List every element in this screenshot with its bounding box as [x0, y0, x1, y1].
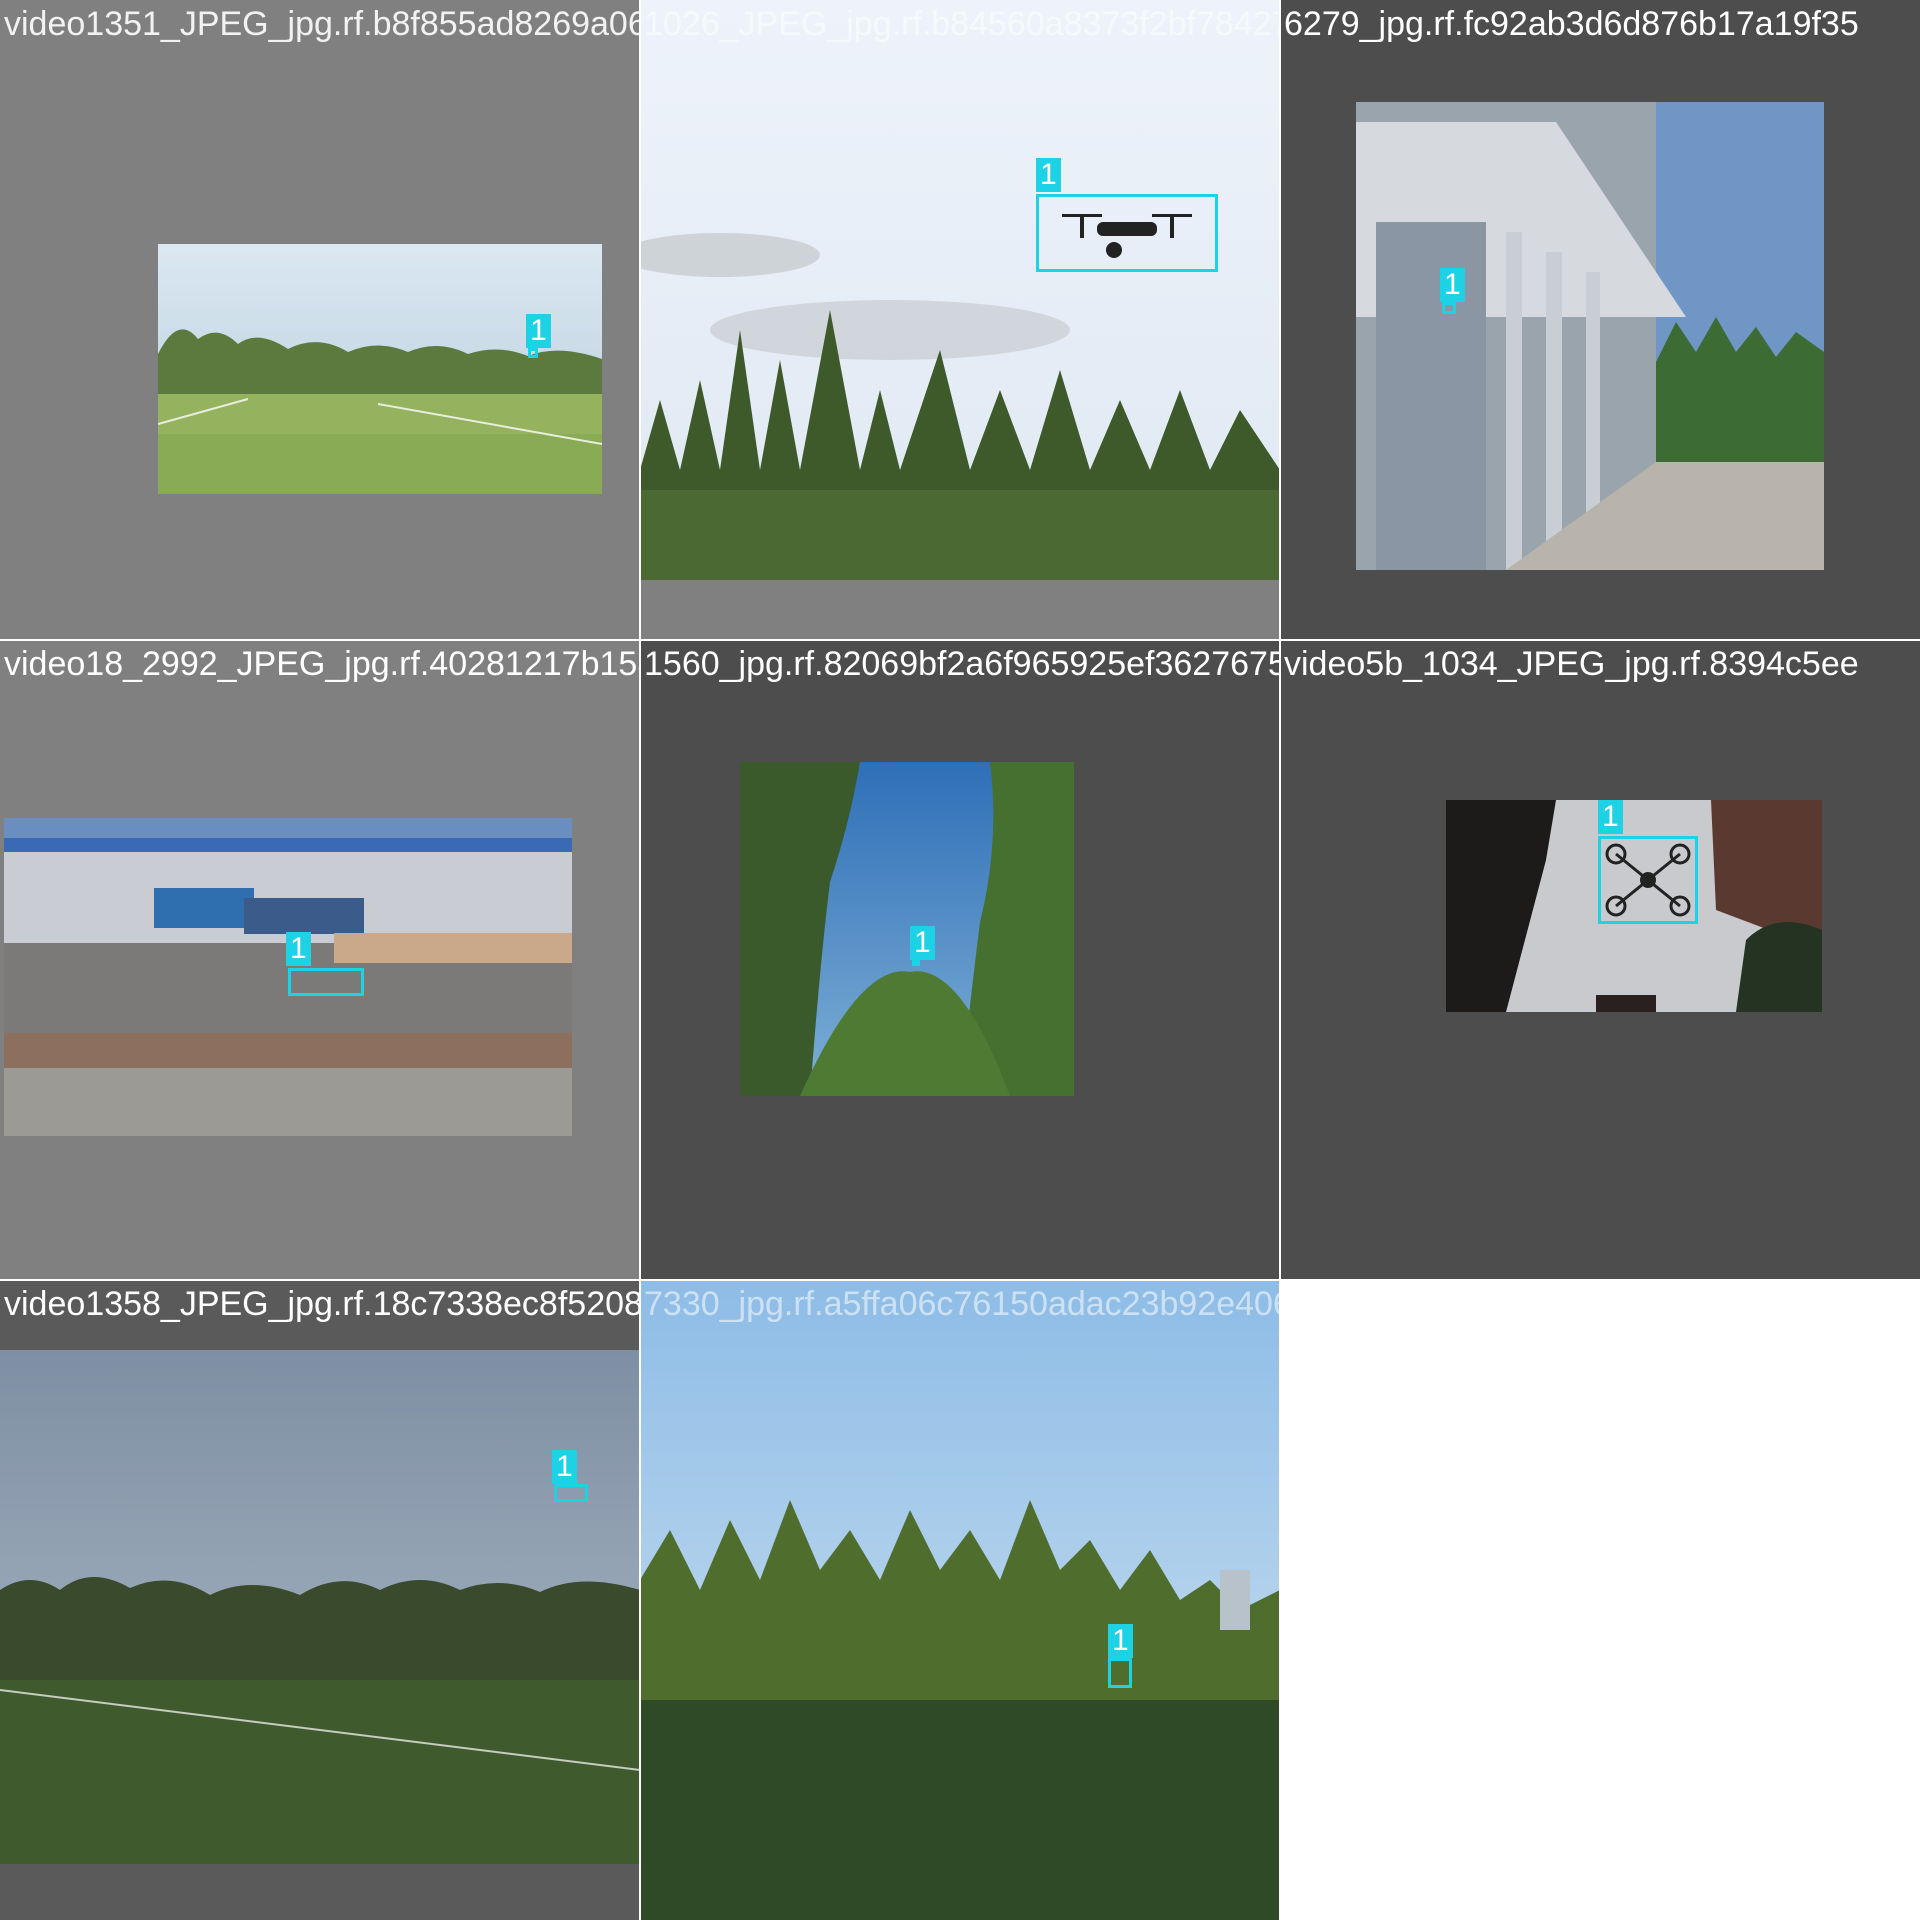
class-label: 1 [1036, 158, 1061, 192]
bounding-box [528, 348, 538, 358]
mosaic-tile-2: 1 1026_JPEG_jpg.rf.b84560a8373f2bf784279… [640, 0, 1280, 640]
bounding-box [912, 960, 920, 966]
image-filename: 6279_jpg.rf.fc92ab3d6d876b17a19f35 [1284, 5, 1859, 43]
mosaic-tile-1: 1 video1351_JPEG_jpg.rf.b8f855ad8269a06c [0, 0, 640, 640]
image-filename: video18_2992_JPEG_jpg.rf.40281217b158677 [4, 645, 640, 683]
photo-poplar-trees [640, 1280, 1280, 1920]
image-filename: video5b_1034_JPEG_jpg.rf.8394c5ee [1284, 645, 1859, 683]
class-label: 1 [1598, 800, 1623, 834]
mosaic-tile-3: 1 6279_jpg.rf.fc92ab3d6d876b17a19f35 [1280, 0, 1920, 640]
grid-divider [1279, 0, 1281, 1920]
mosaic-tile-4: 1 video18_2992_JPEG_jpg.rf.40281217b1586… [0, 640, 640, 1280]
image-filename: 1560_jpg.rf.82069bf2a6f965925ef362767517 [644, 645, 1280, 683]
bounding-box [1442, 302, 1456, 314]
class-label: 1 [526, 314, 551, 348]
image-filename: 1026_JPEG_jpg.rf.b84560a8373f2bf7842794 [644, 5, 1280, 43]
grid-divider [0, 639, 1920, 641]
image-filename: video1358_JPEG_jpg.rf.18c7338ec8f5208c [4, 1285, 640, 1323]
mosaic-tile-5: 1 1560_jpg.rf.82069bf2a6f965925ef3627675… [640, 640, 1280, 1280]
bounding-box [288, 968, 364, 996]
bounding-box [554, 1484, 588, 1502]
class-label: 1 [910, 926, 935, 960]
photo-building-plaza [1356, 102, 1824, 570]
bounding-box [1598, 836, 1698, 924]
photo-sky-through-trees [740, 762, 1074, 1096]
class-label: 1 [552, 1450, 577, 1484]
bounding-box [1036, 194, 1218, 272]
mosaic-tile-6: 1 video5b_1034_JPEG_jpg.rf.8394c5ee [1280, 640, 1920, 1280]
bounding-box [1108, 1658, 1132, 1688]
mosaic-tile-8: 1 7330_jpg.rf.a5ffa06c76150adac23b92e406… [640, 1280, 1280, 1920]
grid-divider [0, 1279, 1920, 1281]
class-label: 1 [286, 932, 311, 966]
class-label: 1 [1108, 1624, 1133, 1658]
photo-soccer-field [158, 244, 602, 494]
grid-divider [639, 0, 641, 1920]
photo-drone-over-trees [640, 0, 1280, 580]
image-filename: 7330_jpg.rf.a5ffa06c76150adac23b92e406f2 [644, 1285, 1280, 1323]
image-filename: video1351_JPEG_jpg.rf.b8f855ad8269a06c [4, 5, 640, 43]
empty-grid-cell [1280, 1280, 1920, 1920]
class-label: 1 [1440, 268, 1465, 302]
photo-field-dusk [0, 1350, 640, 1864]
mosaic-tile-7: 1 video1358_JPEG_jpg.rf.18c7338ec8f5208c [0, 1280, 640, 1920]
